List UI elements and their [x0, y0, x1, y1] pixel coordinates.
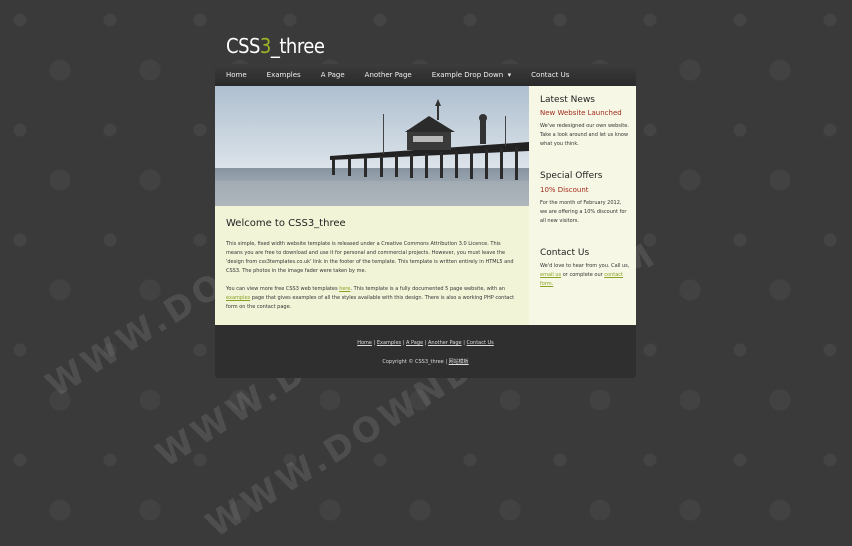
menu-item-example-drop-down[interactable]: Example Drop Down ▾ — [422, 64, 521, 86]
here-link[interactable]: here — [339, 286, 350, 292]
offers-subheading: 10% Discount — [540, 186, 589, 194]
sidebar: Latest News New Website Launched We've r… — [529, 86, 636, 325]
slideshow-image — [215, 86, 529, 206]
main-content: Welcome to CSS3_three This simple, fixed… — [215, 206, 529, 325]
footer-link-examples[interactable]: Examples — [377, 340, 401, 346]
footer: Home | Examples | A Page | Another Page … — [215, 325, 636, 378]
examples-link[interactable]: examples — [226, 295, 250, 301]
main-menu: Home Examples A Page Another Page Exampl… — [215, 64, 636, 86]
menu-item-a-page[interactable]: A Page — [311, 64, 355, 86]
menu-item-contact-us[interactable]: Contact Us — [521, 64, 579, 86]
footer-links: Home | Examples | A Page | Another Page … — [357, 340, 494, 346]
contact-text: We'd love to hear from you. Call us, ema… — [540, 263, 630, 287]
offers-heading: Special Offers — [540, 171, 603, 181]
menu-item-another-page[interactable]: Another Page — [355, 64, 422, 86]
footer-link-another-page[interactable]: Another Page — [428, 340, 462, 346]
footer-link-home[interactable]: Home — [357, 340, 372, 346]
chevron-down-icon: ▾ — [507, 71, 512, 79]
templates-paragraph: You can view more free CSS3 web template… — [226, 286, 515, 310]
page-title: Welcome to CSS3_three — [226, 218, 346, 229]
news-subheading: New Website Launched — [540, 109, 622, 117]
email-us-link[interactable]: email us — [540, 272, 561, 278]
menu-item-examples[interactable]: Examples — [257, 64, 311, 86]
news-heading: Latest News — [540, 95, 595, 105]
intro-paragraph: This simple, fixed width website templat… — [226, 241, 514, 274]
contact-heading: Contact Us — [540, 248, 590, 258]
site-content: Welcome to CSS3_three This simple, fixed… — [215, 86, 636, 325]
template-site-link[interactable]: 网站模板 — [449, 359, 469, 365]
copyright: Copyright © CSS3_three | 网站模板 — [382, 359, 469, 365]
offers-text: For the month of February 2012, we are o… — [540, 200, 627, 224]
footer-link-contact-us[interactable]: Contact Us — [466, 340, 493, 346]
news-text: We've redesigned our own website. Take a… — [540, 123, 629, 147]
footer-link-a-page[interactable]: A Page — [406, 340, 423, 346]
menu-item-home[interactable]: Home — [215, 64, 257, 86]
site-logo[interactable]: CSS3_three — [226, 34, 325, 58]
